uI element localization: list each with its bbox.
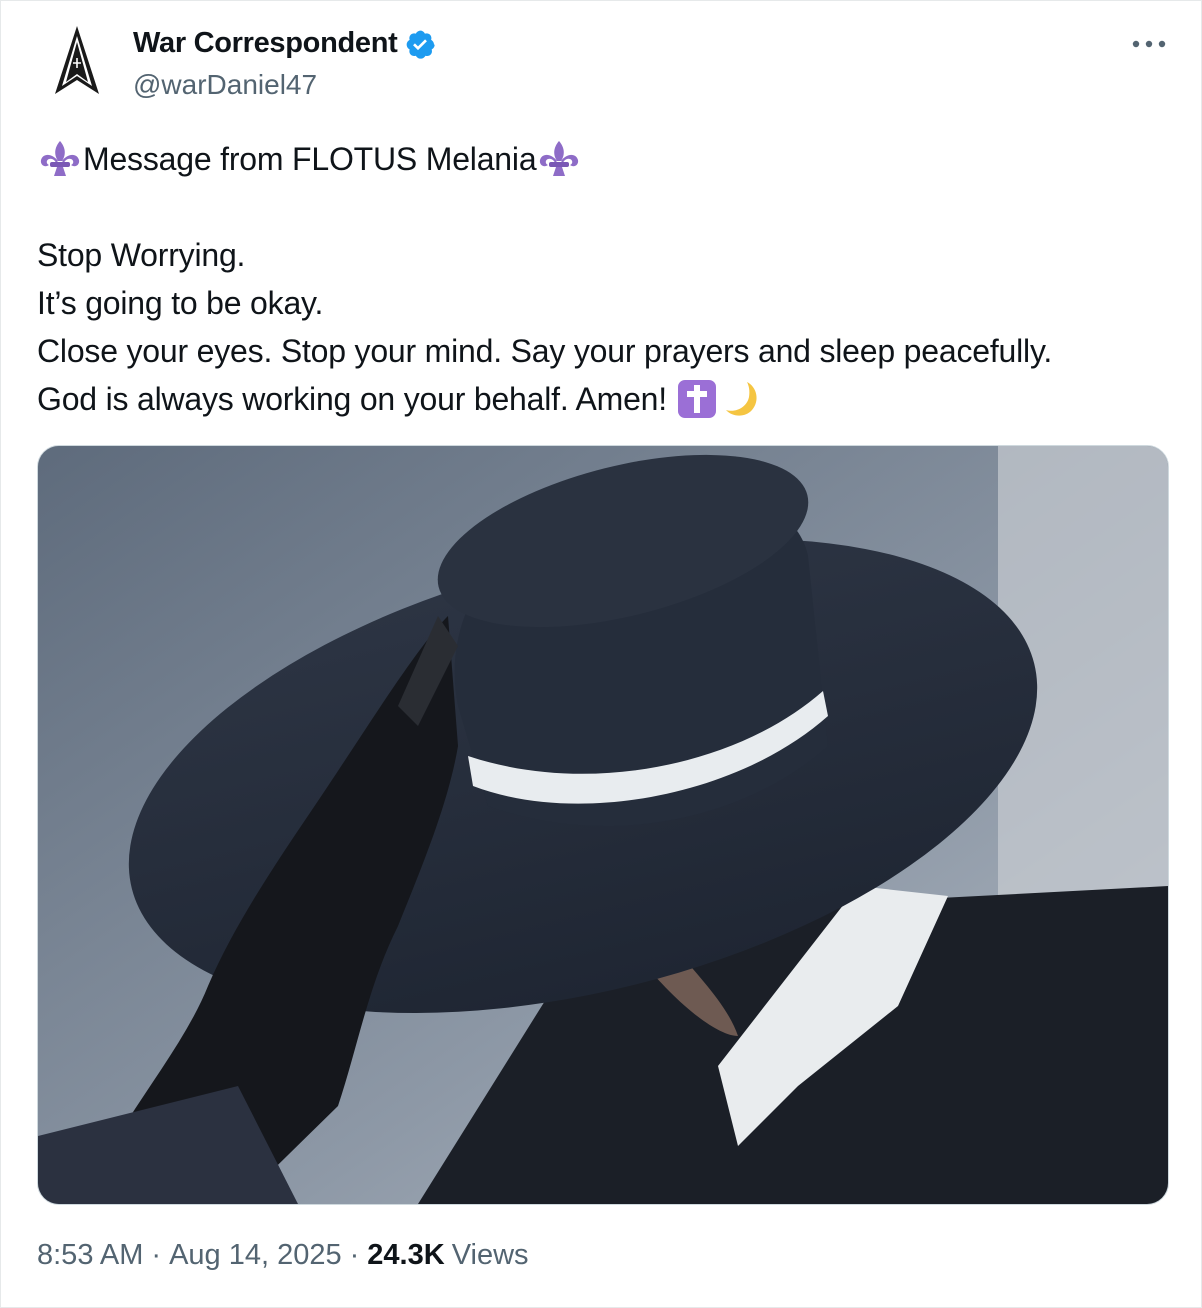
latin-cross-icon [677, 379, 717, 419]
tweet-line: Close your eyes. Stop your mind. Say you… [37, 333, 1053, 369]
author-handle[interactable]: @warDaniel47 [133, 69, 317, 101]
tweet-photo[interactable] [37, 445, 1169, 1205]
tweet-time[interactable]: 8:53 AM [37, 1239, 143, 1272]
tweet-meta: 8:53 AM · Aug 14, 2025 · 24.3K Views [37, 1239, 529, 1272]
tweet-headline: Message from FLOTUS Melania [83, 141, 537, 177]
more-options-button[interactable] [1129, 29, 1169, 59]
views-label: Views [451, 1239, 529, 1271]
spear-insignia-icon [55, 26, 99, 94]
views-count: 24.3K [367, 1239, 445, 1271]
separator-dot: · [151, 1239, 162, 1271]
tweet-line: God is always working on your behalf. Am… [37, 381, 667, 417]
author-display-name[interactable]: War Correspondent [133, 27, 398, 60]
tweet-card: War Correspondent @warDaniel47 Message f… [0, 0, 1202, 1308]
tweet-last-line: God is always working on your behalf. Am… [37, 375, 1177, 423]
tweet-line: Stop Worrying. [37, 237, 246, 273]
woman-in-hat-photo [38, 446, 1168, 1204]
tweet-line: It’s going to be okay. [37, 285, 324, 321]
crescent-moon-icon [721, 379, 761, 419]
separator-dot: · [349, 1239, 360, 1271]
author-name[interactable]: War Correspondent [133, 27, 436, 60]
tweet-text: Message from FLOTUS Melania Stop Worryin… [37, 135, 1177, 423]
avatar[interactable] [37, 21, 117, 101]
tweet-headline-line: Message from FLOTUS Melania [37, 135, 1177, 183]
fleur-de-lis-icon [536, 139, 582, 179]
tweet-date[interactable]: Aug 14, 2025 [169, 1239, 342, 1272]
verified-badge-icon [404, 28, 436, 60]
more-dots-icon [1132, 40, 1166, 48]
fleur-de-lis-icon [37, 139, 83, 179]
